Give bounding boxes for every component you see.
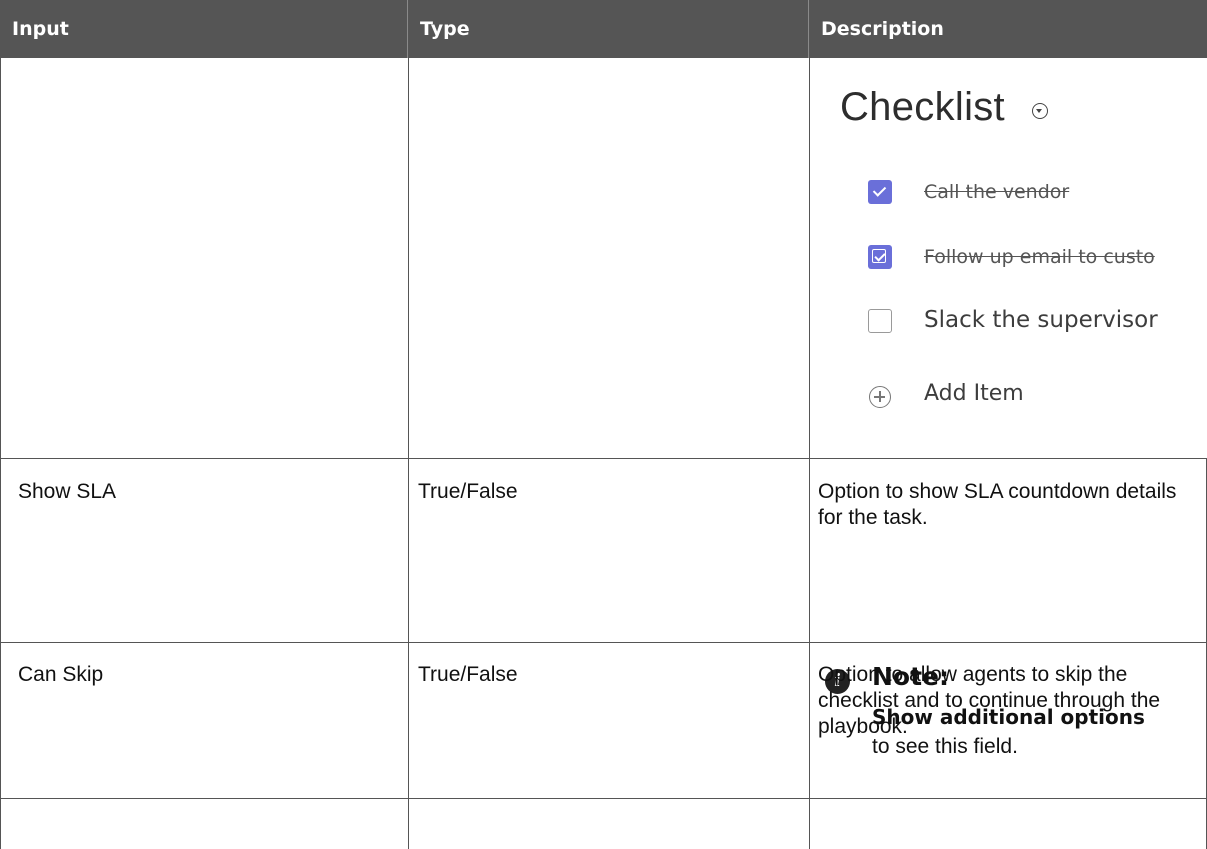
add-icon: [869, 386, 891, 408]
cell-description: Option to allow agents to skip the check…: [818, 663, 1161, 738]
checkbox-checked: [868, 245, 892, 269]
checklist-title: Checklist: [840, 85, 1005, 129]
cell-input: Can Skip: [18, 663, 104, 686]
cell-description: Option to show SLA countdown details for…: [818, 480, 1177, 529]
cell-type: True/False: [418, 663, 518, 686]
checklist-item-label: Follow up email to custo: [924, 246, 1155, 268]
cell-type: True/False: [418, 480, 518, 503]
checkbox-checked: [868, 180, 892, 204]
add-item-label: Add Item: [924, 381, 1024, 406]
grid-line: [408, 58, 409, 849]
column-header-input: Input: [0, 0, 408, 58]
cell-input: Show SLA: [18, 480, 117, 503]
checklist-item-label: Slack the supervisor: [924, 307, 1158, 333]
grid-line: [0, 642, 1207, 643]
checklist-item-label: Call the vendor: [924, 181, 1070, 203]
grid-line: [0, 58, 1, 849]
checklist-screenshot: Checklist Call the vendor Follow up emai…: [810, 59, 1207, 458]
parameters-table: Input Type Description Checklist Call th…: [0, 0, 1207, 849]
column-header-type: Type: [408, 0, 809, 58]
chevron-down-icon: [1032, 103, 1048, 119]
column-header-description: Description: [809, 0, 1207, 58]
grid-line: [0, 458, 1207, 459]
grid-line: [0, 798, 1207, 799]
checkbox-unchecked: [868, 309, 892, 333]
